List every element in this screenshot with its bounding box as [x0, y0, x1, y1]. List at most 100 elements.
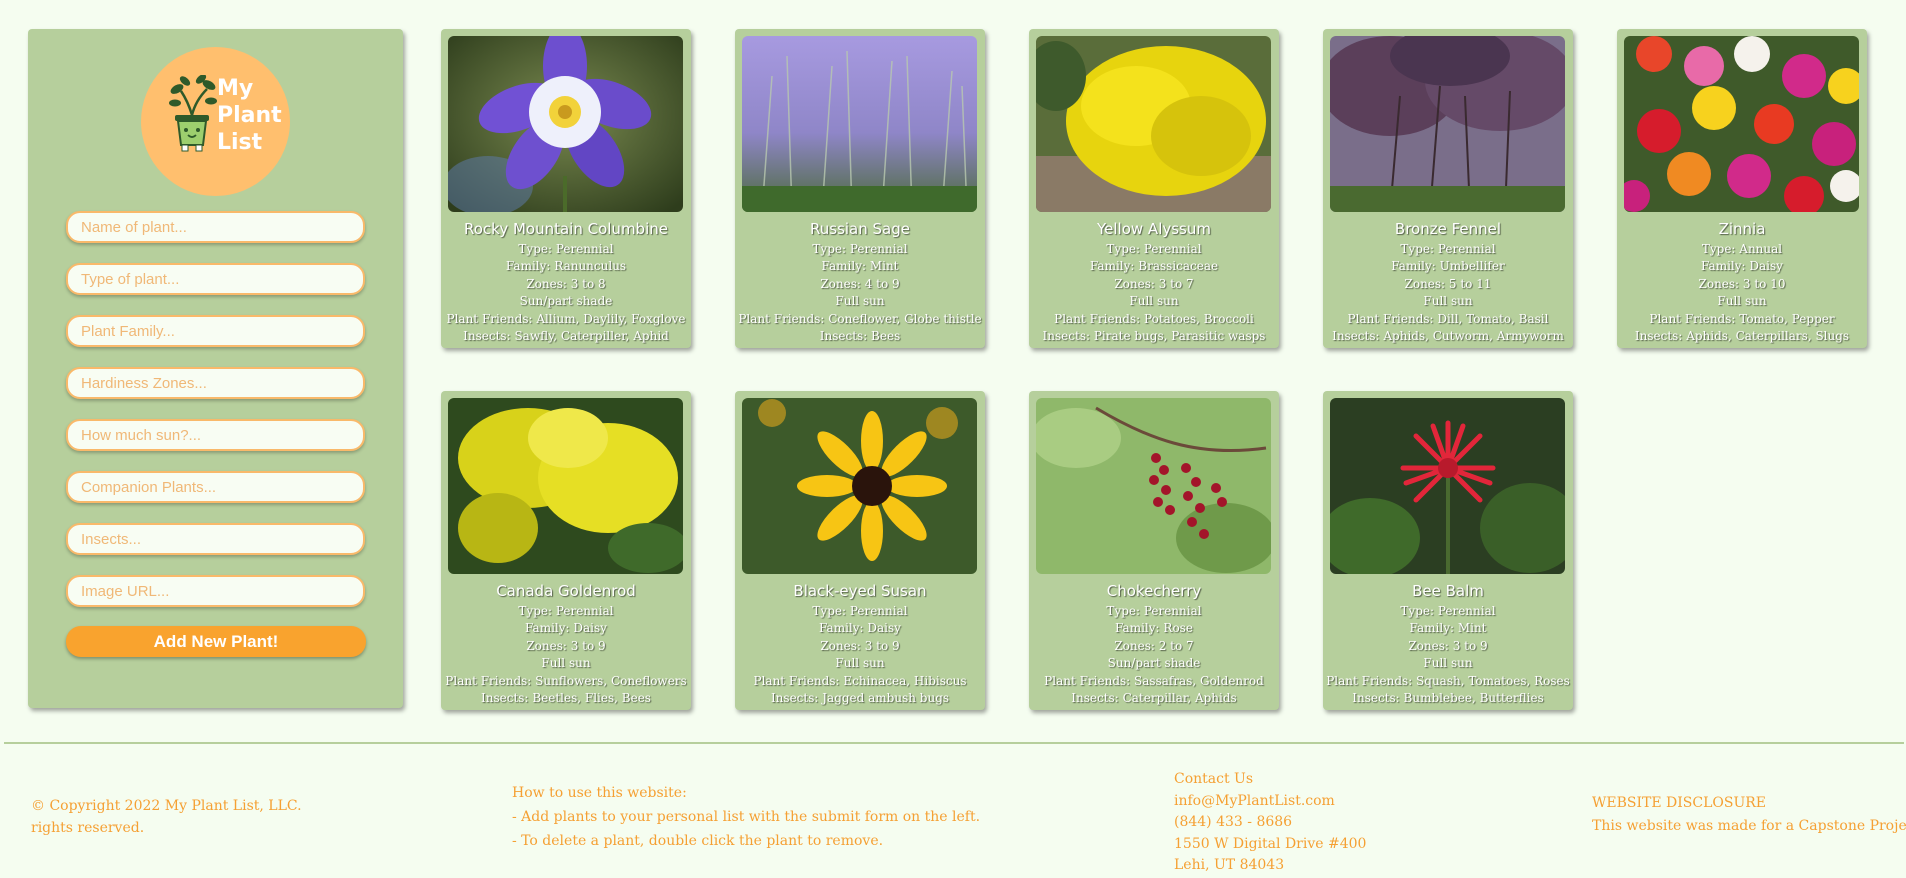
plant-type: Type: Perennial	[518, 604, 614, 618]
footer-disclosure: WEBSITE DISCLOSURE This website was made…	[1592, 792, 1906, 838]
plant-friends: Plant Friends: Sunflowers, Coneflowers	[445, 673, 687, 688]
plant-name: Black-eyed Susan	[793, 582, 927, 600]
contact-city: Lehi, UT 84043	[1174, 857, 1285, 873]
plant-details: Type: Perennial Family: Rose Zones: 2 to…	[1029, 603, 1279, 707]
plant-sun: Full sun	[1423, 656, 1473, 671]
plant-family: Family: Daisy	[525, 621, 607, 636]
plant-type: Type: Perennial	[518, 242, 614, 256]
plant-card[interactable]: Rocky Mountain Columbine Type: Perennial…	[441, 29, 691, 348]
plant-details: Type: Perennial Family: Mint Zones: 3 to…	[1323, 603, 1573, 707]
plant-sun: Full sun	[541, 656, 591, 671]
plant-card[interactable]: Chokecherry Type: Perennial Family: Rose…	[1029, 391, 1279, 710]
plant-name: Russian Sage	[810, 220, 910, 238]
plant-name: Chokecherry	[1106, 582, 1202, 600]
plant-sun: Sun/part shade	[1107, 656, 1201, 671]
add-plant-sidebar: My Plant List Add New Plant!	[28, 29, 403, 708]
plant-details: Type: Perennial Family: Brassicaceae Zon…	[1029, 241, 1279, 345]
plant-family: Family: Mint	[821, 259, 899, 274]
plant-details: Type: Perennial Family: Daisy Zones: 3 t…	[735, 603, 985, 707]
plant-type: Type: Perennial	[1400, 242, 1496, 256]
plant-photo-black-eyed-susan	[742, 398, 977, 574]
logo-word: List	[217, 130, 263, 155]
contact-phone: (844) 433 - 8686	[1174, 814, 1293, 830]
plant-insects: Insects: Pirate bugs, Parasitic wasps	[1042, 329, 1266, 344]
plant-friends: Plant Friends: Sassafras, Goldenrod	[1044, 673, 1264, 688]
plant-insects: Insects: Jagged ambush bugs	[770, 691, 950, 706]
plant-zones: Zones: 5 to 11	[1404, 276, 1492, 291]
contact-email-link[interactable]: info@MyPlantList.com	[1174, 791, 1366, 813]
hardiness-zones-input[interactable]	[66, 367, 365, 399]
plant-type: Type: Perennial	[812, 242, 908, 256]
plant-name: Yellow Alyssum	[1096, 220, 1211, 238]
plant-card[interactable]: Bee Balm Type: Perennial Family: Mint Zo…	[1323, 391, 1573, 710]
plant-zones: Zones: 3 to 9	[526, 638, 606, 653]
add-new-plant-button[interactable]: Add New Plant!	[66, 626, 366, 657]
plant-friends: Plant Friends: Allium, Daylily, Foxglove	[446, 311, 686, 326]
plant-card[interactable]: Zinnia Type: Annual Family: Daisy Zones:…	[1617, 29, 1867, 348]
plant-type-input[interactable]	[66, 263, 365, 295]
plant-family-input[interactable]	[66, 315, 365, 347]
plant-name: Zinnia	[1718, 220, 1766, 238]
disclosure-heading: WEBSITE DISCLOSURE	[1592, 795, 1767, 811]
plant-card[interactable]: Black-eyed Susan Type: Perennial Family:…	[735, 391, 985, 710]
footer-howto: How to use this website: - Add plants to…	[512, 781, 980, 853]
plant-friends: Plant Friends: Potatoes, Broccoli	[1054, 311, 1254, 326]
plant-friends: Plant Friends: Echinacea, Hibiscus	[753, 673, 967, 688]
plant-details: Type: Perennial Family: Daisy Zones: 3 t…	[441, 603, 691, 707]
plant-type: Type: Perennial	[812, 604, 908, 618]
howto-line: - Add plants to your personal list with …	[512, 809, 981, 825]
plant-zones: Zones: 3 to 9	[1408, 638, 1488, 653]
plant-photo-zinnia	[1624, 36, 1859, 212]
howto-heading: How to use this website:	[512, 785, 687, 801]
plant-friends: Plant Friends: Coneflower, Globe thistle	[738, 311, 982, 326]
plant-details: Type: Perennial Family: Ranunculus Zones…	[441, 241, 691, 345]
plant-name-input[interactable]	[66, 211, 365, 243]
plant-photo-canada-goldenrod	[448, 398, 683, 574]
footer-contact: Contact Us info@MyPlantList.com (844) 43…	[1174, 769, 1366, 877]
plant-photo-russian-sage	[742, 36, 977, 212]
plant-zones: Zones: 3 to 9	[820, 638, 900, 653]
plant-family: Family: Umbellifer	[1391, 259, 1505, 274]
plant-photo-columbine	[448, 36, 683, 212]
plant-insects: Insects: Aphids, Caterpillars, Slugs	[1634, 329, 1850, 344]
plant-family: Family: Daisy	[819, 621, 901, 636]
plant-sun: Full sun	[835, 294, 885, 309]
plant-insects: Insects: Bumblebee, Butterflies	[1352, 691, 1544, 706]
my-plant-list-logo: My Plant List	[141, 47, 290, 196]
plant-family: Family: Rose	[1115, 621, 1193, 636]
image-url-input[interactable]	[66, 575, 365, 607]
plant-family: Family: Daisy	[1701, 259, 1783, 274]
potted-plant-mascot-icon	[169, 75, 217, 152]
plant-details: Type: Perennial Family: Mint Zones: 4 to…	[735, 241, 985, 345]
plant-details: Type: Annual Family: Daisy Zones: 3 to 1…	[1617, 241, 1867, 345]
plant-zones: Zones: 2 to 7	[1114, 638, 1194, 653]
contact-address: 1550 W Digital Drive #400	[1174, 835, 1367, 852]
plant-card[interactable]: Yellow Alyssum Type: Perennial Family: B…	[1029, 29, 1279, 348]
contact-heading: Contact Us	[1174, 771, 1254, 787]
plant-photo-yellow-alyssum	[1036, 36, 1271, 212]
plant-insects: Insects: Aphids, Cutworm, Armyworm	[1332, 329, 1564, 344]
plant-insects: Insects: Beetles, Flies, Bees	[481, 691, 651, 706]
plant-card[interactable]: Bronze Fennel Type: Perennial Family: Um…	[1323, 29, 1573, 348]
plant-insects: Insects: Bees	[819, 329, 901, 344]
companion-plants-input[interactable]	[66, 471, 365, 503]
plant-type: Type: Perennial	[1106, 242, 1202, 256]
plant-friends: Plant Friends: Squash, Tomatoes, Roses	[1326, 673, 1570, 688]
footer-copyright: © Copyright 2022 My Plant List, LLC. rig…	[31, 795, 302, 839]
plant-photo-bee-balm	[1330, 398, 1565, 574]
insects-input[interactable]	[66, 523, 365, 555]
sun-input[interactable]	[66, 419, 365, 451]
plant-family: Family: Ranunculus	[505, 259, 627, 274]
disclosure-text: This website was made for a Capstone Pro…	[1592, 818, 1906, 834]
plant-family: Family: Brassicaceae	[1089, 259, 1219, 274]
plant-sun: Full sun	[835, 656, 885, 671]
plant-card[interactable]: Russian Sage Type: Perennial Family: Min…	[735, 29, 985, 348]
plant-friends: Plant Friends: Tomato, Pepper	[1649, 311, 1835, 326]
plant-sun: Sun/part shade	[519, 294, 613, 309]
copyright-line: rights reserved.	[31, 820, 145, 836]
plant-card[interactable]: Canada Goldenrod Type: Perennial Family:…	[441, 391, 691, 710]
plant-sun: Full sun	[1129, 294, 1179, 309]
logo-word: Plant	[217, 103, 282, 128]
copyright-line: © Copyright 2022 My Plant List, LLC.	[31, 798, 302, 814]
plant-zones: Zones: 4 to 9	[820, 276, 900, 291]
